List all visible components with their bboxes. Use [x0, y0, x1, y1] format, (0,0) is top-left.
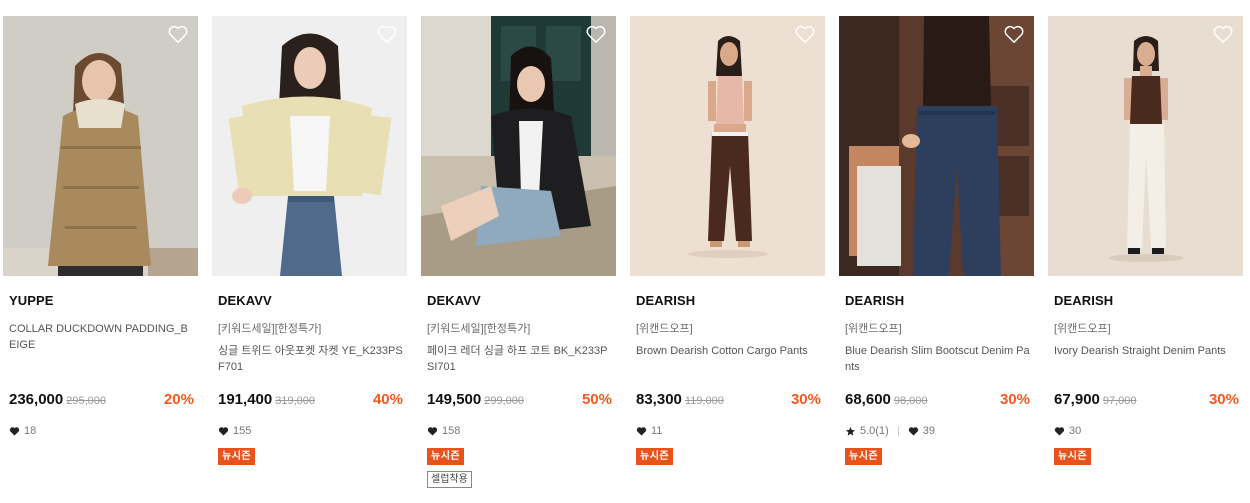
price-row: 236,000 295,000 20% [9, 391, 194, 411]
product-photo [839, 16, 1034, 276]
product-stats: 30 [1054, 424, 1081, 438]
rating-score: 5.0(1) [860, 425, 889, 437]
discount-rate: 30% [999, 391, 1030, 408]
price-row: 68,600 98,000 30% [845, 391, 1030, 411]
heart-filled-icon [427, 427, 438, 436]
product-grid: YUPPE COLLAR DUCKDOWN PADDING_BEIGE 236,… [0, 0, 1250, 503]
product-name[interactable]: COLLAR DUCKDOWN PADDING_BEIGE [9, 321, 194, 353]
product-photo [3, 16, 198, 276]
product-stats: 18 [9, 424, 36, 438]
product-image[interactable] [630, 16, 825, 276]
sale-price: 68,600 [845, 391, 891, 408]
promo-tag: [위캔드오프] [845, 323, 902, 335]
wishlist-heart-icon[interactable] [1212, 24, 1234, 44]
like-count: 11 [651, 425, 663, 437]
sale-price: 67,900 [1054, 391, 1100, 408]
product-card[interactable]: DEKAVV [키워드세일][한정특가] 싱글 트위드 아웃포켓 자켓 YE_K… [212, 16, 407, 465]
new-season-badge: 뉴시즌 [218, 448, 256, 465]
heart-filled-icon [636, 427, 647, 436]
like-count: 158 [442, 425, 461, 437]
like-count: 39 [922, 425, 935, 437]
product-card[interactable]: DEARISH [위캔드오프] Brown Dearish Cotton Car… [630, 16, 825, 465]
product-card[interactable]: DEARISH [위캔드오프] Blue Dearish Slim Bootsc… [839, 16, 1034, 465]
heart-filled-icon [908, 427, 918, 436]
product-card[interactable]: DEARISH [위캔드오프] Ivory Dearish Straight D… [1048, 16, 1243, 465]
price-row: 83,300 119,000 30% [636, 391, 821, 411]
new-season-badge: 뉴시즌 [636, 448, 674, 465]
product-stats: 158 [427, 424, 460, 438]
product-photo [421, 16, 616, 276]
wishlist-heart-icon[interactable] [585, 24, 607, 44]
product-image[interactable] [839, 16, 1034, 276]
like-count: 30 [1069, 425, 1082, 437]
product-name[interactable]: Brown Dearish Cotton Cargo Pants [636, 343, 821, 375]
original-price: 319,000 [275, 395, 315, 407]
product-card[interactable]: DEKAVV [키워드세일][한정특가] 페이크 레더 싱글 하프 코트 BK_… [421, 16, 616, 488]
product-image[interactable] [1048, 16, 1243, 276]
product-name[interactable]: 싱글 트위드 아웃포켓 자켓 YE_K233PSF701 [218, 343, 403, 375]
product-image[interactable] [421, 16, 616, 276]
brand-name[interactable]: DEARISH [636, 293, 825, 309]
new-season-badge: 뉴시즌 [427, 448, 465, 465]
product-stats: 5.0(1) 39 [845, 424, 935, 438]
product-photo [630, 16, 825, 276]
discount-rate: 40% [372, 391, 403, 408]
stats-divider [897, 426, 899, 436]
price-row: 149,500 299,000 50% [427, 391, 612, 411]
like-count: 18 [24, 425, 37, 437]
wishlist-heart-icon[interactable] [376, 24, 398, 44]
discount-rate: 20% [163, 391, 194, 408]
discount-rate: 50% [581, 391, 612, 408]
product-stats: 155 [218, 424, 251, 438]
wishlist-heart-icon[interactable] [794, 24, 816, 44]
new-season-badge: 뉴시즌 [845, 448, 883, 465]
price-row: 191,400 319,000 40% [218, 391, 403, 411]
sale-price: 83,300 [636, 391, 682, 408]
original-price: 98,000 [893, 395, 928, 407]
brand-name[interactable]: DEARISH [845, 293, 1034, 309]
new-season-badge: 뉴시즌 [1054, 448, 1092, 465]
price-row: 67,900 97,000 30% [1054, 391, 1239, 411]
discount-rate: 30% [790, 391, 821, 408]
original-price: 299,000 [484, 395, 524, 407]
product-image[interactable] [212, 16, 407, 276]
product-photo [212, 16, 407, 276]
original-price: 97,000 [1102, 395, 1137, 407]
discount-rate: 30% [1208, 391, 1239, 408]
product-image[interactable] [3, 16, 198, 276]
product-name[interactable]: 페이크 레더 싱글 하프 코트 BK_K233PSI701 [427, 343, 612, 375]
product-card[interactable]: YUPPE COLLAR DUCKDOWN PADDING_BEIGE 236,… [3, 16, 198, 437]
product-name[interactable]: Ivory Dearish Straight Denim Pants [1054, 343, 1239, 375]
promo-tag: [위캔드오프] [1054, 323, 1111, 335]
star-icon [845, 426, 856, 436]
brand-name[interactable]: DEKAVV [218, 293, 407, 309]
product-photo [1048, 16, 1243, 276]
brand-name[interactable]: YUPPE [9, 293, 198, 309]
promo-tag: [키워드세일][한정특가] [218, 323, 322, 335]
sale-price: 149,500 [427, 391, 482, 408]
sale-price: 191,400 [218, 391, 273, 408]
like-count: 155 [233, 425, 252, 437]
promo-tag: [키워드세일][한정특가] [427, 323, 531, 335]
wishlist-heart-icon[interactable] [167, 24, 189, 44]
brand-name[interactable]: DEARISH [1054, 293, 1243, 309]
original-price: 295,000 [66, 395, 106, 407]
original-price: 119,000 [684, 395, 724, 407]
sale-price: 236,000 [9, 391, 64, 408]
promo-tag: [위캔드오프] [636, 323, 693, 335]
heart-filled-icon [218, 427, 229, 436]
product-name[interactable]: Blue Dearish Slim Bootscut Denim Pants [845, 343, 1030, 375]
heart-filled-icon [9, 427, 20, 436]
celeb-worn-badge: 셀럽착용 [427, 471, 472, 488]
heart-filled-icon [1054, 427, 1065, 436]
wishlist-heart-icon[interactable] [1003, 24, 1025, 44]
product-stats: 11 [636, 424, 662, 438]
brand-name[interactable]: DEKAVV [427, 293, 616, 309]
